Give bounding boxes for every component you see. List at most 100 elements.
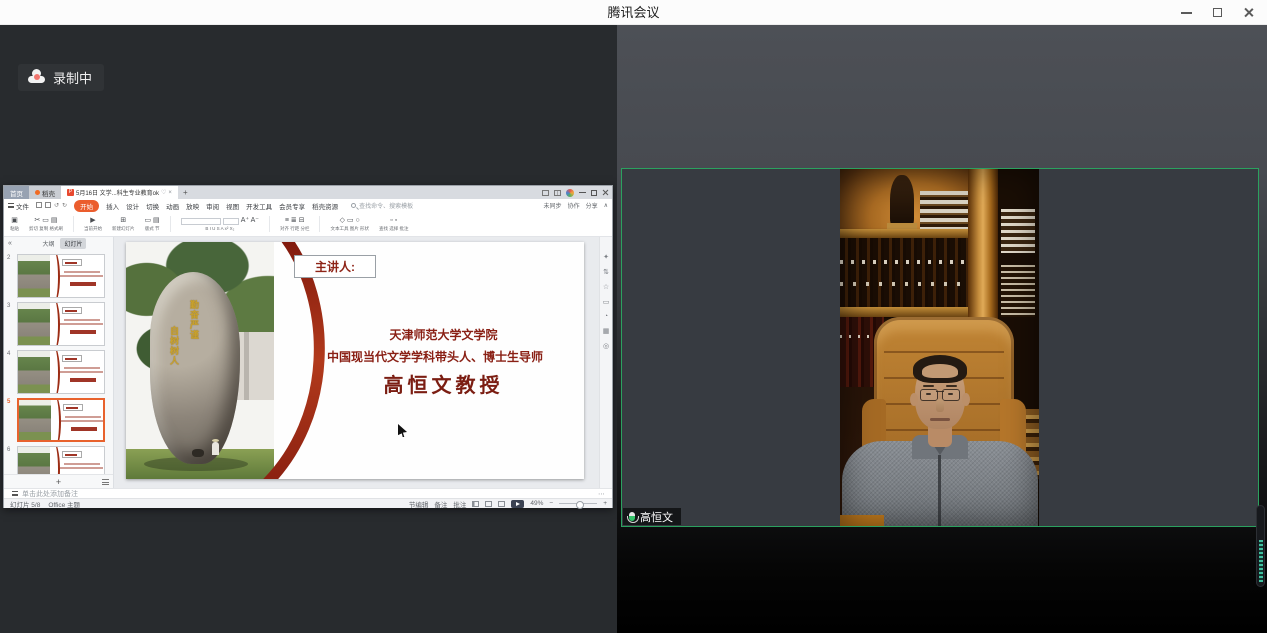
notes-more-icon[interactable]: ⋯: [598, 490, 606, 498]
collaborate-button[interactable]: 协作: [568, 201, 580, 210]
section-edit-button[interactable]: 节编辑: [409, 499, 429, 509]
new-tab-button[interactable]: +: [178, 186, 193, 199]
slide-number: 4: [7, 351, 10, 357]
add-slide-button[interactable]: +: [56, 477, 61, 487]
find-select-group[interactable]: ▫ ▫查找 选择 批注: [379, 217, 409, 232]
rail-icon-2[interactable]: ⇅: [603, 268, 609, 276]
normal-view-button[interactable]: [472, 501, 479, 507]
paragraph-group[interactable]: ≡ ≣ ⊟对齐 行距 分栏: [280, 217, 310, 232]
wps-tab-bar: 首页 稻壳 P 5月16日 文学...科生专业教育ok ♡ × +: [4, 186, 612, 199]
menu-animation[interactable]: 动画: [166, 201, 179, 211]
close-button[interactable]: [1237, 2, 1259, 24]
wps-account-actions: 未同步 协作 分享 ∧: [544, 201, 608, 210]
menu-view[interactable]: 视图: [226, 201, 239, 211]
menu-slideshow[interactable]: 放映: [186, 201, 199, 211]
font-name-size-boxes[interactable]: A⁺ A⁻: [181, 217, 259, 225]
stone-inscription-2: 自树树人: [168, 326, 181, 366]
rail-icon-7[interactable]: ◎: [603, 342, 609, 350]
notes-bar[interactable]: 单击此处添加备注 ⋯: [4, 488, 612, 498]
slide-thumbnail-panel: « 大纲 幻灯片 2 3 4: [4, 237, 114, 488]
slide-canvas-area: 勤奋严谨 自树树人 主讲人: [115, 237, 599, 488]
zoom-percent[interactable]: 49%: [530, 500, 543, 507]
slide-thumbnail-6[interactable]: [17, 446, 105, 474]
menu-docer-resources[interactable]: 稻壳资源: [312, 201, 338, 211]
menu-design[interactable]: 设计: [126, 201, 139, 211]
layout-section-group[interactable]: ▭ ▤版式 节: [145, 217, 160, 232]
insert-objects-group[interactable]: ◇ ▭ ○文本工具 图片 形状: [330, 217, 369, 232]
notes-placeholder: 单击此处添加备注: [22, 489, 78, 499]
quick-access-toolbar[interactable]: ↺↻: [36, 202, 67, 209]
rail-icon-6[interactable]: ▦: [603, 327, 610, 335]
sync-status[interactable]: 未同步: [544, 201, 562, 210]
minimize-button[interactable]: [1175, 2, 1197, 24]
zoom-out-button[interactable]: −: [549, 500, 553, 507]
rail-icon-4[interactable]: ▭: [603, 298, 610, 306]
comments-toggle[interactable]: 批注: [453, 499, 466, 509]
active-speaker-video-tile[interactable]: 高恒文: [621, 168, 1259, 527]
play-from-current-button[interactable]: ▶当前开始: [84, 217, 102, 232]
wps-account-avatar[interactable]: [566, 189, 574, 197]
slide-text-line3: 高恒文教授: [311, 369, 576, 398]
notes-toggle[interactable]: 备注: [434, 499, 447, 509]
file-menu[interactable]: 文件: [8, 201, 29, 211]
minimize-icon: [1181, 12, 1192, 14]
camera-feed: [840, 169, 1039, 526]
thumbnail-panel-footer: +: [4, 474, 113, 488]
layout-icon[interactable]: [542, 190, 549, 196]
font-group[interactable]: A⁺ A⁻ B I U S A x² X₂: [181, 217, 259, 231]
slide-thumbnail-4[interactable]: [17, 350, 105, 394]
favorite-icon[interactable]: ♡: [161, 189, 166, 196]
menu-review[interactable]: 审阅: [206, 201, 219, 211]
wps-document-tab[interactable]: P 5月16日 文学...科生专业教育ok ♡ ×: [61, 186, 178, 199]
menu-start[interactable]: 开始: [74, 200, 99, 212]
document-title: 5月16日 文学...科生专业教育ok: [76, 188, 159, 197]
search-icon: [351, 203, 356, 208]
slide-thumbnail-5-selected[interactable]: [17, 398, 105, 442]
menu-transition[interactable]: 切换: [146, 201, 159, 211]
split-layout-icon[interactable]: [554, 190, 561, 196]
current-slide[interactable]: 勤奋严谨 自树树人 主讲人: [126, 242, 584, 479]
hamburger-icon: [8, 203, 14, 208]
tab-close-icon[interactable]: ×: [168, 190, 172, 196]
paste-button[interactable]: ▣粘贴: [10, 217, 19, 232]
slide-sorter-view-button[interactable]: [485, 501, 492, 507]
wps-presentation-window: 首页 稻壳 P 5月16日 文学...科生专业教育ok ♡ × +: [3, 185, 613, 508]
close-icon: [1243, 7, 1254, 18]
ribbon-search[interactable]: 查找命令、搜索模板: [351, 201, 413, 210]
zoom-in-button[interactable]: +: [603, 500, 607, 507]
outline-tab[interactable]: 大纲: [42, 239, 54, 248]
wps-minimize-icon[interactable]: [579, 192, 586, 193]
recording-badge[interactable]: 录制中: [18, 64, 104, 91]
rail-icon-3[interactable]: ☆: [603, 283, 609, 291]
participant-name: 高恒文: [640, 509, 673, 525]
new-slide-button[interactable]: ⊞新建幻灯片: [112, 217, 135, 232]
wps-restore-icon[interactable]: [591, 190, 597, 196]
slide-list-icon[interactable]: [102, 479, 109, 485]
slides-tab[interactable]: 幻灯片: [60, 238, 86, 249]
wps-home-tab[interactable]: 首页: [4, 186, 29, 199]
stone-inscription-1: 勤奋严谨: [188, 300, 201, 340]
wps-close-icon[interactable]: [602, 189, 609, 196]
clipboard-group[interactable]: ✂ ▭ ▤剪切 复制 格式刷: [29, 217, 63, 232]
maximize-button[interactable]: [1206, 2, 1228, 24]
recording-label: 录制中: [53, 68, 92, 87]
menu-membership[interactable]: 会员专享: [279, 201, 305, 211]
wps-docer-tab[interactable]: 稻壳: [29, 186, 61, 199]
collapse-ribbon-icon[interactable]: ∧: [604, 202, 608, 209]
slide-number: 6: [7, 447, 10, 453]
zoom-slider[interactable]: [559, 503, 597, 504]
thumbnail-row: 6: [4, 445, 113, 474]
slideshow-play-button[interactable]: [511, 500, 524, 508]
menu-devtools[interactable]: 开发工具: [246, 201, 272, 211]
thumbnail-row: 3: [4, 301, 113, 348]
rail-icon-1[interactable]: ✦: [603, 253, 609, 261]
share-button[interactable]: 分享: [586, 201, 598, 210]
slide-thumbnail-2[interactable]: [17, 254, 105, 298]
menu-insert[interactable]: 插入: [106, 201, 119, 211]
notes-icon: [12, 491, 18, 496]
collapse-panel-icon[interactable]: «: [8, 240, 12, 247]
slide-thumbnail-3[interactable]: [17, 302, 105, 346]
rail-icon-5[interactable]: ◔: [604, 313, 608, 320]
app-title: 腾讯会议: [0, 0, 1267, 25]
reading-view-button[interactable]: [498, 501, 505, 507]
